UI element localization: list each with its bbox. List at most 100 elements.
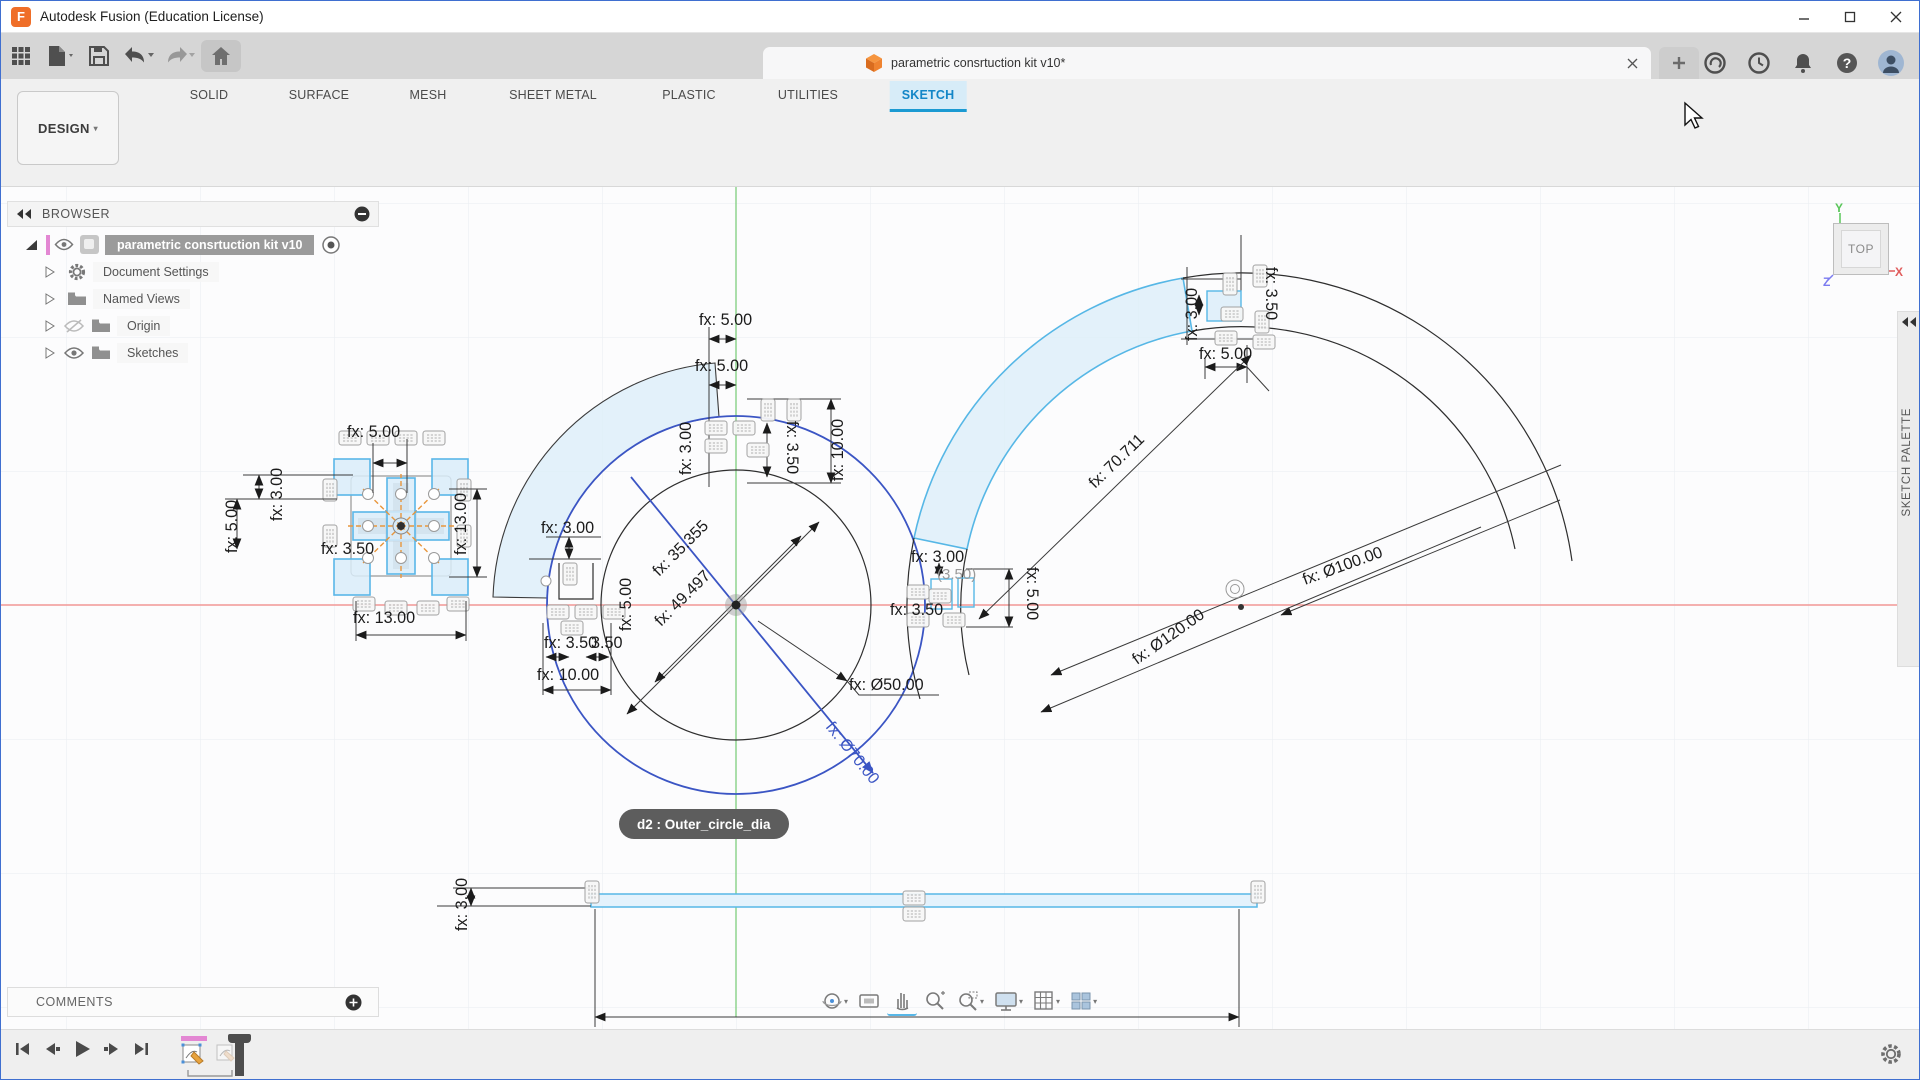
collapse-icon[interactable] <box>1901 316 1917 328</box>
eye-off-icon[interactable] <box>63 319 85 333</box>
quick-access-toolbar: parametric consrtuction kit v10* ? <box>1 33 1919 79</box>
dimension-label[interactable]: fx: 5.00 <box>1199 345 1252 363</box>
expander-icon[interactable] <box>45 320 55 332</box>
comments-label: COMMENTS <box>36 995 113 1009</box>
zoom-window-tool[interactable]: ▾ <box>953 987 987 1015</box>
dimension-label[interactable]: fx: 13.00 <box>353 609 415 627</box>
eye-icon[interactable] <box>54 238 74 251</box>
dimension-label[interactable]: fx: 3.50 <box>321 540 374 558</box>
dimension-label[interactable]: fx: 10.00 <box>537 666 599 684</box>
timeline-settings-gear-icon[interactable] <box>1879 1042 1903 1066</box>
play-icon[interactable] <box>71 1038 93 1060</box>
browser-root-row[interactable]: parametric consrtuction kit v10 <box>7 231 379 258</box>
activate-radio-icon[interactable] <box>322 236 340 254</box>
expander-icon[interactable] <box>45 347 55 359</box>
dimension-label[interactable]: fx: 10.00 <box>829 419 847 481</box>
browser-item-document-settings[interactable]: Document Settings <box>7 258 379 285</box>
dimension-label[interactable]: fx: 3.50 <box>783 421 801 474</box>
comments-bar[interactable]: COMMENTS <box>7 987 379 1017</box>
expander-icon[interactable] <box>25 239 38 251</box>
sketch-palette-collapsed[interactable]: SKETCH PALETTE <box>1897 311 1920 667</box>
step-forward-icon[interactable] <box>102 1039 122 1059</box>
dimension-label[interactable]: fx: 3.00 <box>1183 288 1201 341</box>
tab-mesh[interactable]: MESH <box>398 81 459 109</box>
dimension-label[interactable]: fx: 3.00 <box>541 519 594 537</box>
reference-dimension-label[interactable]: (3.50) <box>937 566 976 583</box>
dimension-label[interactable]: fx: 5.00 <box>617 578 635 631</box>
step-back-icon[interactable] <box>42 1039 62 1059</box>
file-menu-icon[interactable] <box>45 40 75 72</box>
sketch-palette-label: SKETCH PALETTE <box>1901 408 1913 517</box>
notifications-bell-icon[interactable] <box>1789 49 1817 77</box>
hub-icon[interactable] <box>1701 49 1729 77</box>
dimension-label[interactable]: fx: 5.00 <box>699 311 752 329</box>
maximize-button[interactable] <box>1827 1 1873 32</box>
tab-solid[interactable]: SOLID <box>178 81 241 109</box>
dimension-label[interactable]: 3.50 <box>591 634 623 652</box>
tab-surface[interactable]: SURFACE <box>277 81 361 109</box>
eye-icon[interactable] <box>63 346 85 360</box>
zoom-tool[interactable] <box>920 987 950 1015</box>
tab-plastic[interactable]: PLASTIC <box>650 81 728 109</box>
expander-icon[interactable] <box>45 293 55 305</box>
display-settings-tool[interactable]: ▾ <box>990 987 1026 1015</box>
help-icon[interactable]: ? <box>1833 49 1861 77</box>
design-workspace-dropdown[interactable]: DESIGN ▾ <box>17 91 119 165</box>
orbit-tool[interactable]: ▾ <box>817 987 851 1015</box>
document-close-icon[interactable] <box>1623 54 1641 72</box>
document-tab-title: parametric consrtuction kit v10* <box>891 56 1065 70</box>
browser-item-origin[interactable]: Origin <box>7 312 379 339</box>
dimension-label[interactable]: fx: 5.00 <box>1023 567 1041 620</box>
document-tab[interactable]: parametric consrtuction kit v10* <box>763 47 1651 79</box>
svg-text:?: ? <box>1843 55 1852 71</box>
pan-tool[interactable] <box>887 986 917 1016</box>
go-to-end-icon[interactable] <box>131 1039 151 1059</box>
dimension-label[interactable]: fx: 3.50 <box>1262 267 1280 320</box>
look-at-tool[interactable] <box>854 987 884 1015</box>
dimension-label[interactable]: fx: 5.00 <box>223 500 241 553</box>
profile-avatar[interactable] <box>1877 49 1905 77</box>
viewcube[interactable]: Y TOP X Z <box>1821 195 1917 295</box>
app-grid-icon[interactable] <box>11 40 31 72</box>
viewports-tool[interactable]: ▾ <box>1066 987 1100 1015</box>
home-icon[interactable] <box>201 40 241 72</box>
origin-point[interactable] <box>732 601 741 610</box>
browser-root-label[interactable]: parametric consrtuction kit v10 <box>105 235 314 255</box>
dimension-label[interactable]: fx: 3.50 <box>544 634 597 652</box>
dimension-label[interactable]: fx: Ø50.00 <box>849 676 924 694</box>
dimension-label[interactable]: fx: 3.00 <box>268 468 286 521</box>
close-button[interactable] <box>1873 1 1919 32</box>
dimension-label[interactable]: fx: 3.00 <box>677 422 695 475</box>
dimension-label[interactable]: fx: 13.00 <box>452 493 470 555</box>
dimension-label[interactable]: fx: 3.50 <box>890 601 943 619</box>
component-icon <box>80 235 99 254</box>
go-to-start-icon[interactable] <box>13 1039 33 1059</box>
browser-item-sketches[interactable]: Sketches <box>7 339 379 366</box>
arc-center-point[interactable] <box>1238 604 1244 610</box>
redo-icon[interactable] <box>161 40 197 72</box>
browser-item-named-views[interactable]: Named Views <box>7 285 379 312</box>
tab-sheet-metal[interactable]: SHEET METAL <box>497 81 609 109</box>
collapse-icon[interactable] <box>16 208 32 220</box>
undo-icon[interactable] <box>121 40 157 72</box>
save-icon[interactable] <box>87 40 111 72</box>
grid-settings-tool[interactable]: ▾ <box>1029 987 1063 1015</box>
dimension-label[interactable]: fx: 3.00 <box>453 878 471 931</box>
canvas[interactable]: fx: 3.50 fx: 5.00 fx: 3.00 fx: 5.00 fx: … <box>1 187 1920 1031</box>
job-status-clock-icon[interactable] <box>1745 49 1773 77</box>
timeline-feature-sketch-active[interactable] <box>181 1036 207 1072</box>
new-document-tab-icon[interactable] <box>1659 47 1699 79</box>
dimension-label[interactable]: fx: 5.00 <box>347 423 400 441</box>
minimize-button[interactable] <box>1781 1 1827 32</box>
dimension-label[interactable]: fx: 3.00 <box>911 548 964 566</box>
browser-header[interactable]: BROWSER <box>7 201 379 227</box>
dimension-label[interactable]: fx: 5.00 <box>695 357 748 375</box>
dropdown-caret-icon: ▾ <box>1019 997 1023 1006</box>
timeline-marker-stem[interactable] <box>235 1036 244 1076</box>
tab-sketch[interactable]: SKETCH <box>890 81 967 112</box>
expander-icon[interactable] <box>45 266 55 278</box>
add-comment-icon[interactable] <box>345 994 362 1011</box>
minus-circle-icon[interactable] <box>354 206 370 222</box>
tab-utilities[interactable]: UTILITIES <box>766 81 850 109</box>
tooltip-text: d2 : Outer_circle_dia <box>637 817 771 832</box>
